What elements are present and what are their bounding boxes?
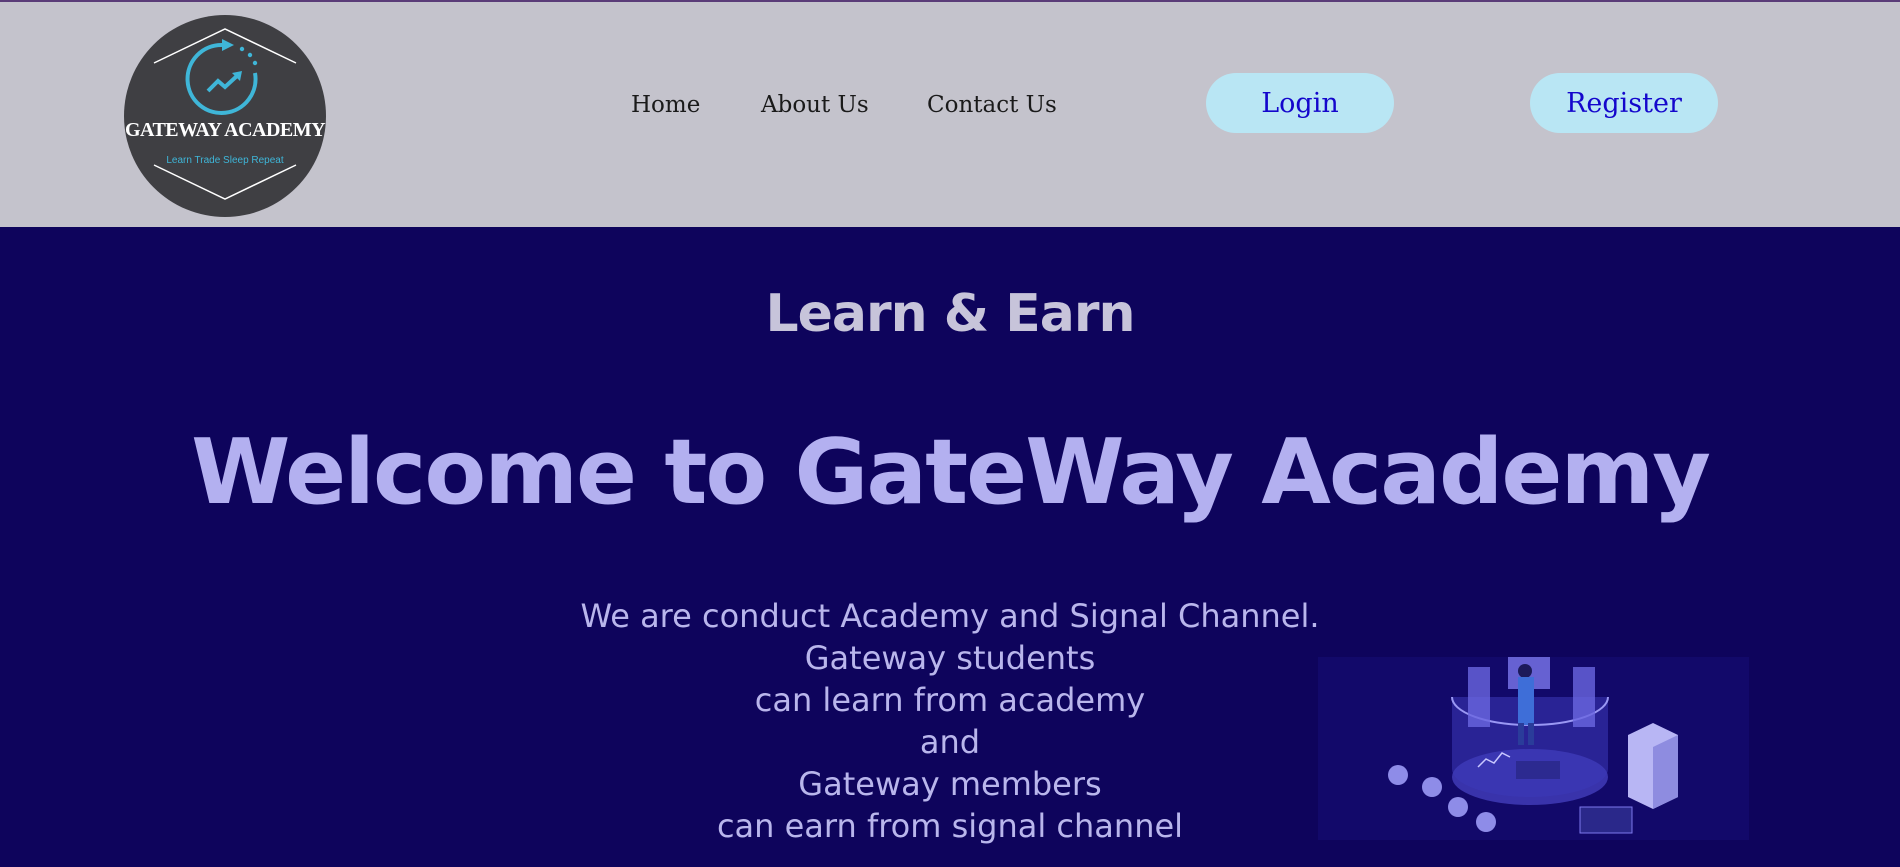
description-line: We are conduct Academy and Signal Channe…	[580, 597, 1320, 635]
nav-home-link[interactable]: Home	[631, 92, 700, 118]
description-line: Gateway members	[798, 765, 1102, 803]
description-line: can earn from signal channel	[716, 807, 1184, 845]
hero-title: Welcome to GateWay Academy	[191, 420, 1711, 525]
hero-subtitle: Learn & Earn	[765, 284, 1136, 344]
logo-tagline: Learn Trade Sleep Repeat	[166, 155, 284, 166]
description-line: and	[919, 723, 981, 761]
gateway-academy-logo[interactable]: GATEWAY ACADEMY Learn Trade Sleep Repeat	[124, 15, 326, 217]
login-button[interactable]: Login	[1206, 73, 1394, 133]
description-line: can learn from academy	[754, 681, 1146, 719]
nav-contact-link[interactable]: Contact Us	[927, 92, 1057, 118]
trading-illustration	[1318, 657, 1749, 840]
logo-title: GATEWAY ACADEMY	[124, 119, 326, 141]
register-button[interactable]: Register	[1530, 73, 1718, 133]
site-header: GATEWAY ACADEMY Learn Trade Sleep Repeat…	[0, 2, 1900, 227]
nav-about-link[interactable]: About Us	[761, 92, 869, 118]
hero-description: We are conduct Academy and Signal Channe…	[500, 595, 1400, 847]
description-line: Gateway students	[804, 639, 1096, 677]
logo-growth-icon	[153, 28, 297, 200]
